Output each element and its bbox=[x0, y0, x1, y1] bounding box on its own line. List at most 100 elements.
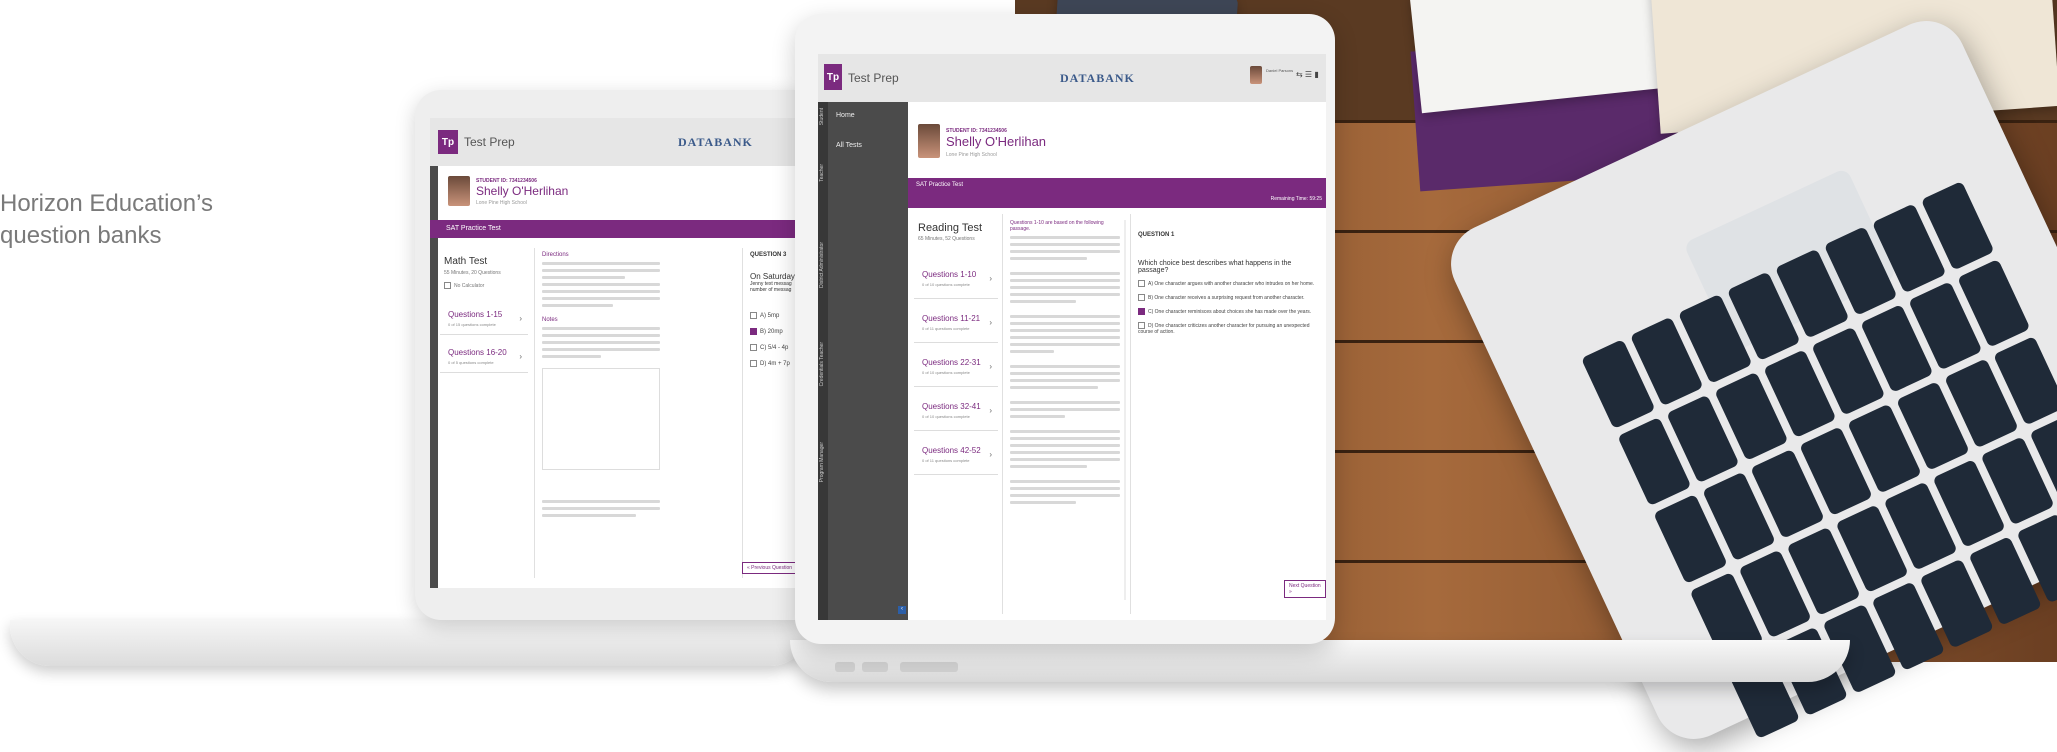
section-item[interactable]: Questions 1-10 0 of 10 questions complet… bbox=[914, 264, 998, 299]
user-avatar[interactable] bbox=[1250, 66, 1262, 84]
app-logo-icon[interactable]: Tp bbox=[438, 130, 458, 154]
checkbox-icon bbox=[750, 312, 757, 319]
front-laptop-screen: Tp Test Prep DATABANK Daniel Parsons ⇆ ☰… bbox=[818, 54, 1326, 620]
checkbox-icon bbox=[750, 344, 757, 351]
tagline: Horizon Education’s question banks bbox=[0, 188, 213, 252]
role-tab[interactable]: District Administrator bbox=[819, 242, 825, 288]
question-panel: QUESTION 1 Which choice best describes w… bbox=[1138, 232, 1318, 274]
answer-option-d[interactable]: D) 4m + 7p bbox=[750, 360, 790, 367]
back-laptop-screen: Tp Test Prep DATABANK STUDENT ID: 734123… bbox=[430, 118, 808, 588]
tagline-line-1: Horizon Education’s bbox=[0, 190, 214, 217]
role-tab[interactable]: Student bbox=[819, 108, 825, 125]
reading-test-title: Reading Test bbox=[918, 222, 983, 234]
passage-header: Questions 1-10 are based on the followin… bbox=[1010, 220, 1104, 232]
section-status: 0 of 5 questions complete bbox=[448, 360, 494, 365]
app-header: Tp Test Prep DATABANK bbox=[430, 118, 808, 166]
section-title: Questions 32-41 bbox=[922, 402, 981, 411]
chevron-right-icon: › bbox=[989, 406, 992, 415]
section-item[interactable]: Questions 1-15 0 of 15 questions complet… bbox=[440, 304, 528, 335]
math-test-meta: 55 Minutes, 20 Questions bbox=[444, 270, 501, 276]
previous-question-button[interactable]: « Previous Question bbox=[742, 562, 798, 574]
test-title: SAT Practice Test bbox=[916, 182, 964, 188]
checkbox-icon bbox=[1138, 280, 1145, 287]
collapse-icon[interactable]: ‹ bbox=[898, 606, 906, 614]
answer-option-c[interactable]: C) One character reminisces about choice… bbox=[1138, 308, 1318, 315]
section-status: 0 of 10 questions complete bbox=[922, 414, 970, 419]
role-tab[interactable]: Program Manager bbox=[819, 442, 825, 482]
app-name: Test Prep bbox=[464, 135, 515, 149]
app-logo-icon[interactable]: Tp bbox=[824, 64, 842, 90]
section-title: Questions 22-31 bbox=[922, 358, 981, 367]
role-tabs: Student Teacher District Administrator C… bbox=[818, 102, 828, 620]
student-name: Shelly O'Herlihan bbox=[476, 184, 569, 198]
section-status: 0 of 10 questions complete bbox=[922, 370, 970, 375]
calculator-note: No Calculator bbox=[444, 282, 484, 289]
user-name[interactable]: Daniel Parsons bbox=[1266, 68, 1293, 73]
chevron-right-icon: › bbox=[989, 318, 992, 327]
card-slot bbox=[900, 662, 958, 672]
calculator-icon bbox=[444, 282, 451, 289]
answer-option-a[interactable]: A) 5mp bbox=[750, 312, 779, 319]
section-item[interactable]: Questions 42-52 0 of 11 questions comple… bbox=[914, 440, 998, 475]
role-tab[interactable]: Credentials Teacher bbox=[819, 342, 825, 386]
checkbox-checked-icon bbox=[1138, 308, 1145, 315]
section-item[interactable]: Questions 11-21 0 of 11 questions comple… bbox=[914, 308, 998, 343]
section-title: Questions 1-10 bbox=[922, 270, 977, 279]
brand-logo: DATABANK bbox=[1060, 71, 1135, 85]
app-header: Tp Test Prep DATABANK Daniel Parsons ⇆ ☰… bbox=[818, 54, 1326, 102]
divider bbox=[1130, 214, 1131, 614]
section-item[interactable]: Questions 22-31 0 of 10 questions comple… bbox=[914, 352, 998, 387]
student-school: Lone Pine High School bbox=[476, 200, 527, 206]
answer-option-a[interactable]: A) One character argues with another cha… bbox=[1138, 280, 1318, 287]
math-test-title: Math Test bbox=[444, 256, 488, 267]
section-title: Questions 11-21 bbox=[922, 314, 981, 323]
passage-scrollbar[interactable] bbox=[1124, 220, 1126, 600]
test-title: SAT Practice Test bbox=[446, 225, 501, 232]
avatar bbox=[918, 124, 940, 158]
brand-logo: DATABANK bbox=[678, 135, 753, 149]
nav-all-tests[interactable]: All Tests bbox=[836, 142, 862, 149]
directions-title: Directions bbox=[542, 252, 569, 258]
passage-panel: Questions 1-10 are based on the followin… bbox=[1010, 220, 1120, 508]
chevron-right-icon: › bbox=[989, 274, 992, 283]
section-title: Questions 42-52 bbox=[922, 446, 981, 455]
usb-port bbox=[835, 662, 855, 672]
answer-option-b[interactable]: B) 20mp bbox=[750, 328, 783, 335]
nav-home[interactable]: Home bbox=[836, 112, 855, 119]
section-status: 0 of 15 questions complete bbox=[448, 322, 496, 327]
front-laptop-base bbox=[790, 640, 1850, 682]
answer-option-d[interactable]: D) One character criticizes another char… bbox=[1138, 322, 1318, 335]
chevron-right-icon: › bbox=[519, 352, 522, 361]
section-item[interactable]: Questions 16-20 0 of 5 questions complet… bbox=[440, 342, 528, 373]
app-name: Test Prep bbox=[848, 71, 899, 85]
test-title-bar: SAT Practice Test Remaining Time: 59:25 bbox=[908, 178, 1326, 208]
question-header: QUESTION 1 bbox=[1138, 232, 1175, 238]
back-laptop-base bbox=[10, 620, 810, 666]
toolbar-icons[interactable]: ⇆ ☰ ▮ bbox=[1296, 70, 1319, 79]
student-name: Shelly O'Herlihan bbox=[946, 134, 1047, 149]
reading-test-meta: 65 Minutes, 52 Questions bbox=[918, 236, 975, 242]
divider bbox=[534, 248, 535, 578]
sidebar: Student Teacher District Administrator C… bbox=[818, 102, 908, 620]
chevron-right-icon: › bbox=[989, 450, 992, 459]
question-text: Which choice best describes what happens… bbox=[1138, 260, 1292, 274]
role-tab[interactable]: Teacher bbox=[819, 164, 825, 182]
section-title: Questions 1-15 bbox=[448, 310, 503, 319]
usb-port bbox=[862, 662, 888, 672]
checkbox-icon bbox=[1138, 294, 1145, 301]
divider bbox=[1002, 214, 1003, 614]
chevron-right-icon: › bbox=[519, 314, 522, 323]
chevron-right-icon: › bbox=[989, 362, 992, 371]
remaining-time: Remaining Time: 59:25 bbox=[1270, 196, 1322, 202]
answer-option-b[interactable]: B) One character receives a surprising r… bbox=[1138, 294, 1318, 301]
section-item[interactable]: Questions 32-41 0 of 10 questions comple… bbox=[914, 396, 998, 431]
avatar bbox=[448, 176, 470, 206]
answer-option-c[interactable]: C) 5/4 - 4p bbox=[750, 344, 788, 351]
checkbox-icon bbox=[750, 360, 757, 367]
divider bbox=[742, 248, 743, 578]
directions-panel: Directions Notes bbox=[542, 252, 660, 521]
next-question-button[interactable]: Next Question » bbox=[1284, 580, 1326, 598]
notes-title: Notes bbox=[542, 317, 558, 323]
section-title: Questions 16-20 bbox=[448, 348, 507, 357]
test-title-bar: SAT Practice Test bbox=[430, 220, 808, 238]
